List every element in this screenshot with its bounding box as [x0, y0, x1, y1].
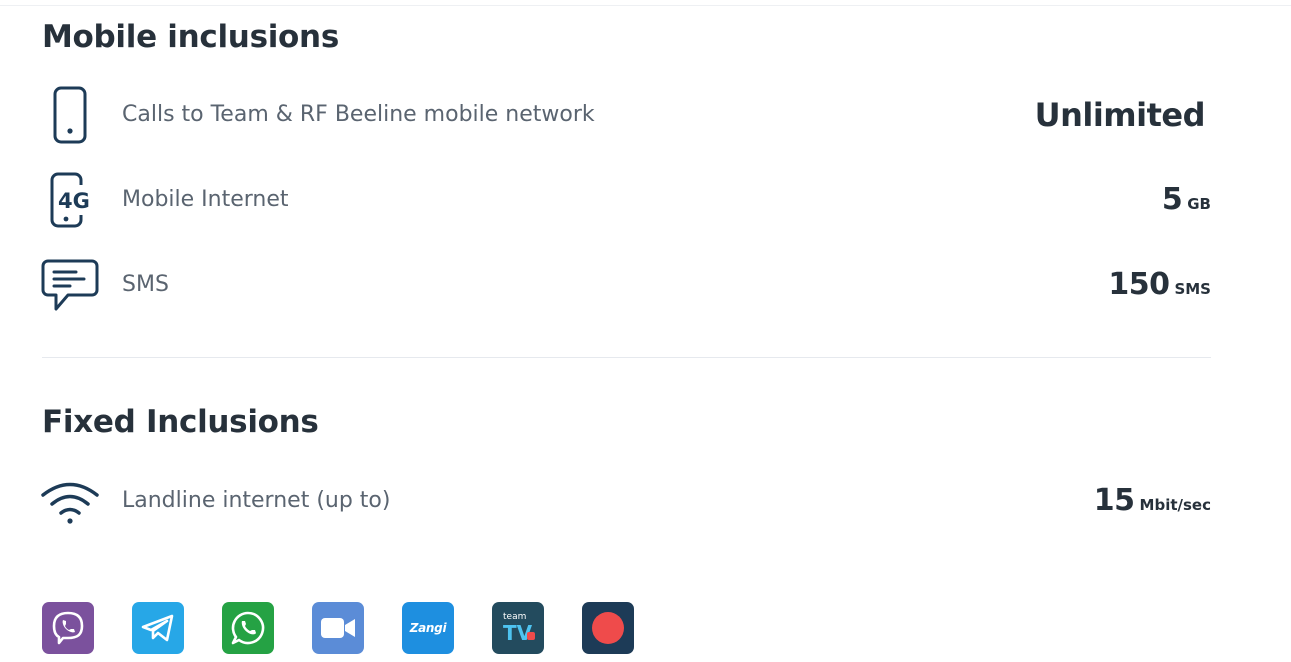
zoom-icon[interactable] [312, 602, 364, 654]
inclusion-row-calls: Calls to Team & RF Beeline mobile networ… [40, 85, 1211, 145]
section-divider [42, 357, 1211, 358]
telegram-icon[interactable] [132, 602, 184, 654]
mobile-internet-label: Mobile Internet [122, 187, 289, 212]
mobile-internet-value: 5 GB [1161, 182, 1211, 217]
wifi-icon [40, 471, 100, 531]
zangi-icon[interactable]: Zangi [402, 602, 454, 654]
landline-internet-value: 15 Mbit/sec [1093, 483, 1211, 518]
sms-label: SMS [122, 272, 169, 297]
fixed-inclusions-title: Fixed Inclusions [42, 404, 319, 440]
calls-label: Calls to Team & RF Beeline mobile networ… [122, 102, 595, 127]
inclusion-row-landline-internet: Landline internet (up to) 15 Mbit/sec [40, 471, 1211, 531]
app-icons-row: Zangi team TV [42, 602, 672, 656]
inclusion-row-mobile-internet: 4G Mobile Internet 5 GB [40, 170, 1211, 230]
mobile-inclusions-title: Mobile inclusions [42, 19, 339, 55]
sms-value: 150 SMS [1108, 267, 1211, 302]
4g-phone-icon: 4G [40, 170, 100, 230]
recorder-icon[interactable] [582, 602, 634, 654]
sms-icon [40, 255, 100, 315]
viber-icon[interactable] [42, 602, 94, 654]
top-border [0, 5, 1291, 6]
calls-value: Unlimited [1034, 96, 1206, 134]
whatsapp-icon[interactable] [222, 602, 274, 654]
team-tv-icon[interactable]: team TV [492, 602, 544, 654]
phone-icon [40, 85, 100, 145]
svg-text:4G: 4G [58, 189, 90, 213]
landline-internet-label: Landline internet (up to) [122, 488, 391, 513]
inclusion-row-sms: SMS 150 SMS [40, 255, 1211, 315]
